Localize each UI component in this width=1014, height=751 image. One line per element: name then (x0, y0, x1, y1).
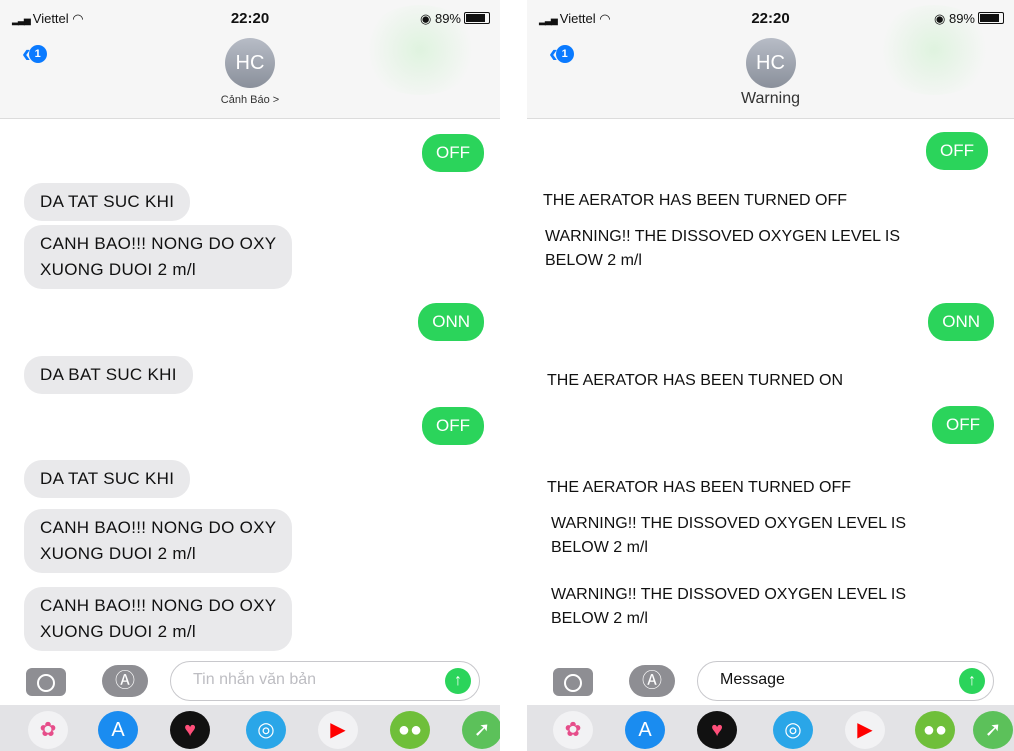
received-message[interactable]: THE AERATOR HAS BEEN TURNED ON (547, 369, 843, 393)
received-message[interactable]: CANH BAO!!! NONG DO OXY XUONG DUOI 2 m/l (24, 587, 293, 651)
game-icon[interactable]: ●● (390, 711, 430, 749)
status-bar: ▂▃▅ Viettel ◠ 22:20 ◉ 89% (527, 8, 1014, 30)
conversation-header: ▂▃▅ Viettel ◠ 22:20 ◉ 89% ‹ 1 HC Cảnh Báo … (0, 0, 500, 119)
unread-badge: 1 (555, 45, 574, 63)
contact-name[interactable]: Warning (527, 90, 1014, 108)
photos-icon[interactable]: ✿ (28, 711, 68, 749)
compose-bar: Ⓐ Tin nhắn văn bản ↑ (0, 655, 500, 705)
received-message[interactable]: WARNING!! THE DISSOVED OXYGEN LEVEL IS B… (545, 225, 900, 273)
sent-message[interactable]: OFF (422, 407, 484, 445)
sent-message[interactable]: ONN (418, 303, 484, 341)
camera-icon[interactable] (553, 668, 593, 696)
camera-effects-icon[interactable]: ◎ (773, 711, 813, 749)
message-line: WARNING!! THE DISSOVED OXYGEN LEVEL IS (545, 228, 901, 245)
message-placeholder: Message (720, 671, 785, 688)
message-line: WARNING!! THE DISSOVED OXYGEN LEVEL IS (551, 586, 907, 603)
battery-percent: 89% (948, 11, 975, 26)
sent-message[interactable]: OFF (422, 134, 484, 172)
received-message[interactable]: DA BAT SUC KHI (24, 356, 193, 394)
message-placeholder: Tin nhắn văn bản (193, 671, 317, 688)
youtube-icon[interactable]: ▶ (318, 711, 358, 749)
message-thread: OFF DA TAT SUC KHI CANH BAO!!! NONG DO O… (0, 119, 500, 651)
send-arrow-icon[interactable]: ↑ (445, 668, 471, 694)
app-store-icon[interactable]: A (98, 711, 138, 749)
contact-avatar[interactable]: HC (745, 38, 796, 88)
message-input[interactable]: Tin nhắn văn bản ↑ (170, 661, 480, 701)
message-line: XUONG DUOI 2 m/l (40, 622, 196, 641)
back-button[interactable]: ‹ 1 (22, 40, 47, 66)
received-message[interactable]: CANH BAO!!! NONG DO OXY XUONG DUOI 2 m/l (24, 225, 293, 289)
sent-message[interactable]: ONN (928, 303, 994, 341)
game-icon[interactable]: ●● (915, 711, 955, 749)
received-message[interactable]: THE AERATOR HAS BEEN TURNED OFF (547, 476, 851, 500)
status-bar: ▂▃▅ Viettel ◠ 22:20 ◉ 89% (0, 8, 500, 30)
received-message[interactable]: CANH BAO!!! NONG DO OXY XUONG DUOI 2 m/l (24, 509, 293, 573)
app-drawer: ✿ A ♥ ◎ ▶ ●● ➚ (0, 705, 500, 751)
digital-touch-icon[interactable]: ♥ (697, 711, 737, 749)
message-line: BELOW 2 m/l (545, 252, 642, 269)
message-thread: OFF THE AERATOR HAS BEEN TURNED OFF WARN… (527, 119, 1014, 651)
message-line: BELOW 2 m/l (551, 539, 648, 556)
app-store-icon[interactable]: A (625, 711, 665, 749)
conversation-header: ▂▃▅ Viettel ◠ 22:20 ◉ 89% ‹ 1 HC Warning (527, 0, 1014, 119)
app-store-icon[interactable]: Ⓐ (629, 665, 675, 697)
message-line: BELOW 2 m/l (551, 610, 648, 627)
battery-percent: 89% (434, 11, 461, 26)
maps-icon[interactable]: ➚ (462, 711, 500, 749)
back-button[interactable]: ‹ 1 (549, 40, 574, 66)
right-phone-screen: ▂▃▅ Viettel ◠ 22:20 ◉ 89% ‹ 1 HC Warning O… (527, 0, 1014, 751)
location-icon: ◉ (420, 11, 432, 26)
message-input[interactable]: Message ↑ (697, 661, 994, 701)
unread-badge: 1 (28, 45, 47, 63)
contact-avatar[interactable]: HC (225, 38, 275, 88)
received-message[interactable]: THE AERATOR HAS BEEN TURNED OFF (543, 189, 847, 213)
digital-touch-icon[interactable]: ♥ (170, 711, 210, 749)
location-icon: ◉ (934, 11, 946, 26)
camera-icon[interactable] (26, 668, 66, 696)
received-message[interactable]: DA TAT SUC KHI (24, 183, 191, 221)
camera-effects-icon[interactable]: ◎ (246, 711, 286, 749)
app-drawer: ✿ A ♥ ◎ ▶ ●● ➚ (527, 705, 1014, 751)
message-line: XUONG DUOI 2 m/l (40, 260, 196, 279)
message-line: CANH BAO!!! NONG DO OXY (40, 596, 277, 615)
left-phone-screen: ▂▃▅ Viettel ◠ 22:20 ◉ 89% ‹ 1 HC Cảnh Báo … (0, 0, 500, 751)
message-line: CANH BAO!!! NONG DO OXY (40, 518, 277, 537)
send-arrow-icon[interactable]: ↑ (959, 668, 985, 694)
battery-icon (464, 12, 490, 24)
maps-icon[interactable]: ➚ (973, 711, 1013, 749)
sent-message[interactable]: OFF (932, 406, 994, 444)
contact-name[interactable]: Cảnh Báo > (0, 94, 500, 106)
received-message[interactable]: WARNING!! THE DISSOVED OXYGEN LEVEL IS B… (551, 512, 906, 560)
photos-icon[interactable]: ✿ (553, 711, 593, 749)
message-line: WARNING!! THE DISSOVED OXYGEN LEVEL IS (551, 515, 907, 532)
message-line: XUONG DUOI 2 m/l (40, 544, 196, 563)
app-store-icon[interactable]: Ⓐ (102, 665, 148, 697)
message-line: CANH BAO!!! NONG DO OXY (40, 234, 277, 253)
compose-bar: Ⓐ Message ↑ (527, 655, 1014, 705)
sent-message[interactable]: OFF (926, 132, 988, 170)
received-message[interactable]: WARNING!! THE DISSOVED OXYGEN LEVEL IS B… (551, 583, 906, 631)
battery-icon (978, 12, 1004, 24)
received-message[interactable]: DA TAT SUC KHI (24, 460, 191, 498)
youtube-icon[interactable]: ▶ (845, 711, 885, 749)
